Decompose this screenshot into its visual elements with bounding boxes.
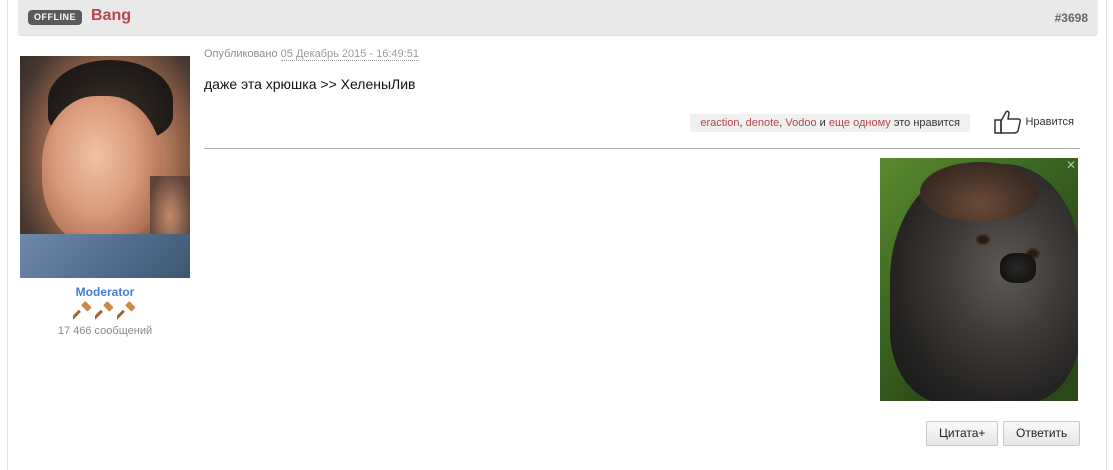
quote-button[interactable]: Цитата+ bbox=[926, 421, 999, 446]
like-user-link[interactable]: denote bbox=[746, 117, 780, 129]
status-badge: OFFLINE bbox=[28, 10, 82, 25]
post-header: OFFLINE Bang #3698 bbox=[18, 0, 1098, 36]
close-icon[interactable]: ✕ bbox=[1066, 158, 1076, 172]
likes-more-link[interactable]: еще одному bbox=[829, 117, 891, 129]
post-content: Опубликовано 05 Декабрь 2015 - 16:49:51 … bbox=[204, 48, 1080, 149]
published-date[interactable]: 05 Декабрь 2015 - 16:49:51 bbox=[280, 48, 419, 61]
author-name-link[interactable]: Bang bbox=[91, 7, 131, 25]
likes-and: и bbox=[819, 117, 826, 129]
gavel-icon bbox=[93, 301, 115, 325]
like-button-label: Нравится bbox=[1025, 116, 1074, 128]
thumbs-up-icon bbox=[994, 110, 1022, 134]
author-info: Moderator 17 466 сообщений bbox=[20, 56, 190, 337]
post-number-link[interactable]: #3698 bbox=[1055, 11, 1088, 25]
like-button[interactable]: Нравится bbox=[993, 108, 1074, 136]
divider bbox=[204, 148, 1080, 149]
published-label: Опубликовано bbox=[204, 48, 278, 60]
likes-suffix: это нравится bbox=[893, 117, 960, 129]
post-meta: Опубликовано 05 Декабрь 2015 - 16:49:51 bbox=[204, 48, 1080, 61]
likes-summary: eraction, denote, Vodoo и еще одному это… bbox=[690, 114, 970, 132]
avatar[interactable] bbox=[20, 56, 190, 278]
post-message: даже эта хрюшка >> ХеленыЛив bbox=[204, 76, 416, 92]
reply-button[interactable]: Ответить bbox=[1003, 421, 1081, 446]
gavel-icon bbox=[70, 301, 93, 325]
user-role: Moderator bbox=[75, 285, 135, 299]
rank-icons bbox=[20, 301, 190, 323]
post-image[interactable]: ✕ bbox=[880, 158, 1078, 401]
like-user-link[interactable]: eraction bbox=[700, 117, 739, 129]
like-user-link[interactable]: Vodoo bbox=[785, 117, 816, 129]
gavel-icon bbox=[115, 301, 137, 325]
post-count: 17 466 сообщений bbox=[57, 325, 153, 337]
